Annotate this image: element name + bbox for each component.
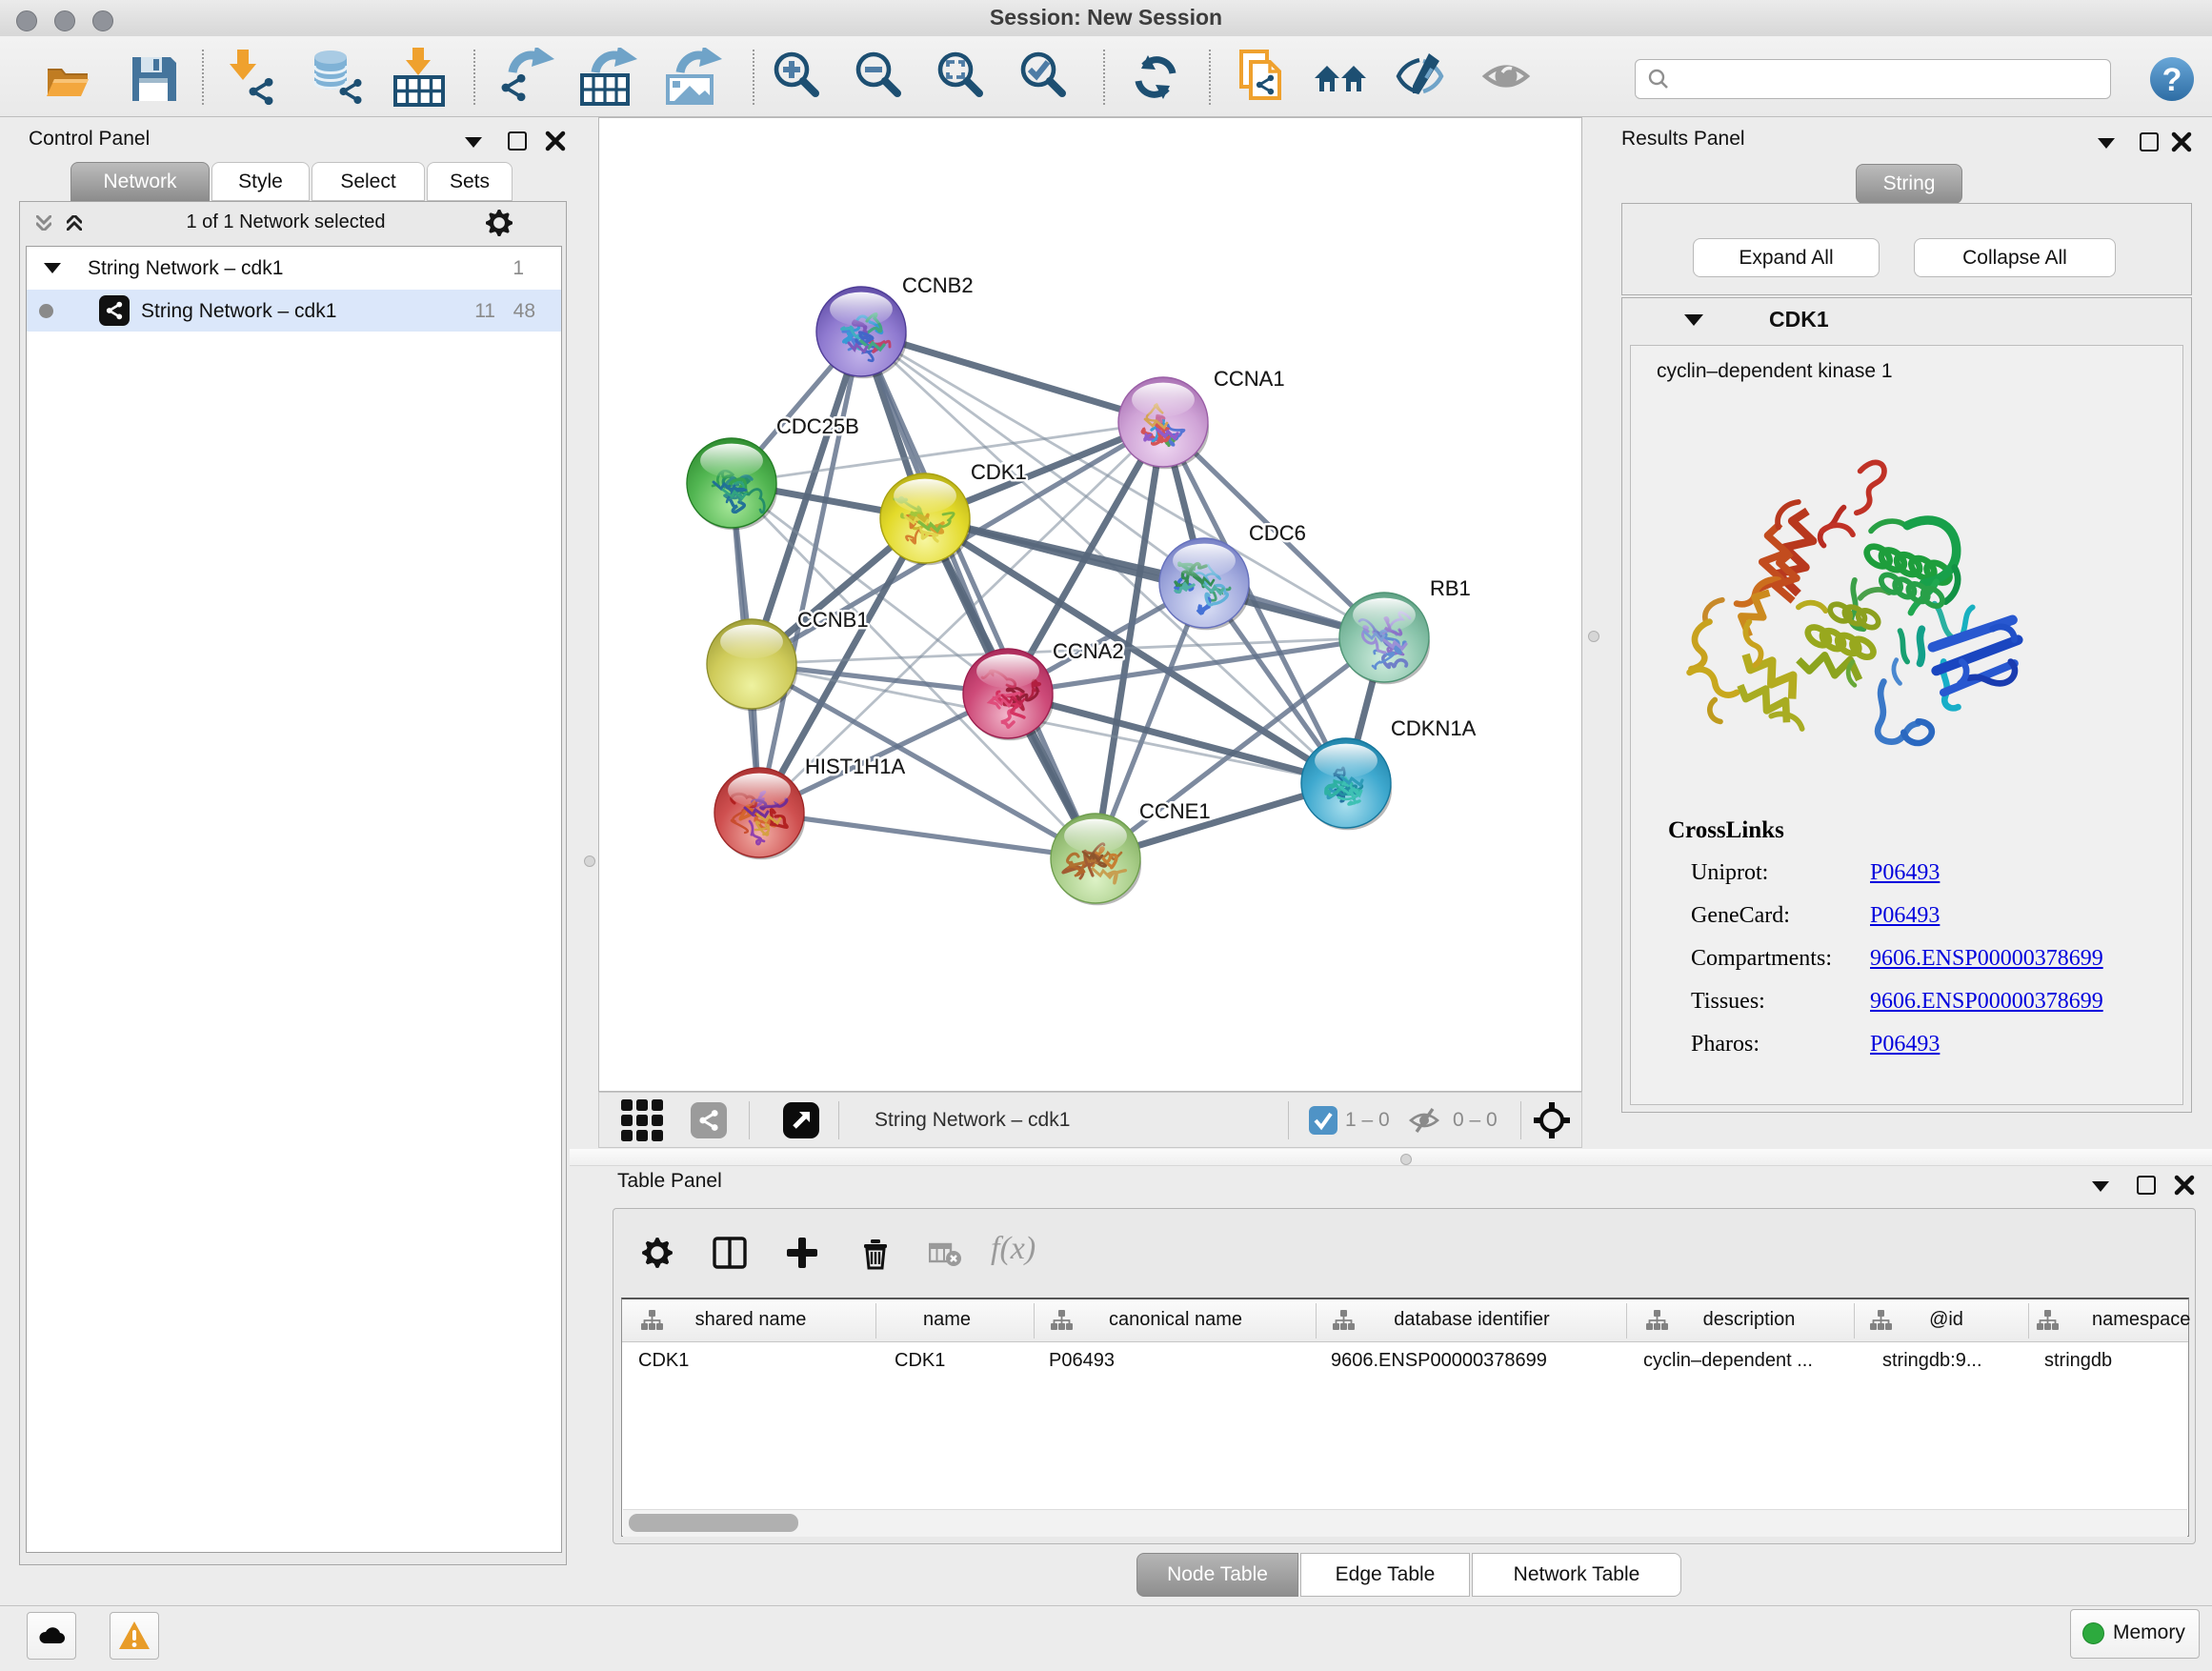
svg-text:HIST1H1A: HIST1H1A [805, 755, 905, 778]
svg-text:CCNB1: CCNB1 [797, 608, 869, 632]
svg-text:?: ? [2162, 62, 2182, 98]
svg-text:CCNB2: CCNB2 [902, 273, 974, 297]
svg-text:CDC25B: CDC25B [776, 414, 859, 438]
svg-text:CDK1: CDK1 [971, 460, 1027, 484]
svg-text:CCNE1: CCNE1 [1139, 799, 1211, 823]
svg-text:CDKN1A: CDKN1A [1391, 716, 1477, 740]
svg-text:RB1: RB1 [1430, 576, 1471, 600]
svg-text:CCNA1: CCNA1 [1214, 367, 1285, 391]
svg-text:CCNA2: CCNA2 [1053, 639, 1124, 663]
svg-text:CDC6: CDC6 [1249, 521, 1306, 545]
